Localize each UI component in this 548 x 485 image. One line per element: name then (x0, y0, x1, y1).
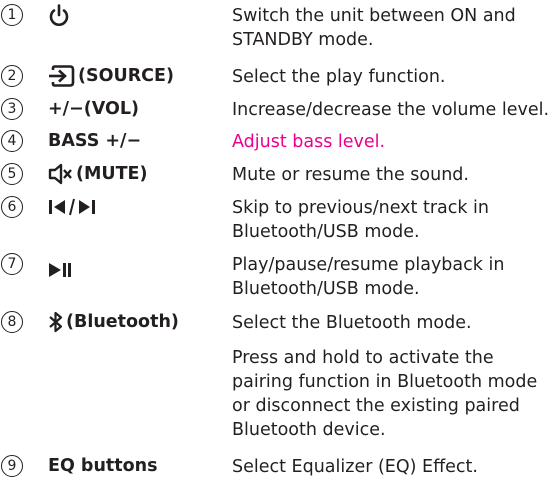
item-label (48, 196, 100, 218)
item-label: BASS +/− (48, 131, 142, 151)
item-description: Select the Bluetooth mode. Press and hol… (232, 313, 538, 440)
bluetooth-icon (48, 311, 64, 333)
item-number: 4 (1, 130, 23, 152)
play-pause-icon (48, 259, 74, 281)
item-label: (SOURCE) (48, 65, 174, 87)
item-label: +/−(VOL) (48, 99, 139, 119)
item-number: 2 (1, 65, 23, 87)
item-label (48, 253, 74, 281)
item-description: Increase/decrease the volume level. (232, 100, 548, 120)
item-label: (MUTE) (48, 163, 148, 185)
item-number: 3 (1, 98, 23, 120)
item-number: 5 (1, 163, 23, 185)
item-label: EQ buttons (48, 456, 158, 476)
item-label (48, 4, 70, 28)
item-number: 7 (1, 253, 23, 275)
item-number: 1 (1, 4, 23, 26)
mute-icon (48, 163, 74, 185)
power-icon (48, 4, 70, 28)
item-description: Skip to previous/next track in Bluetooth… (232, 198, 490, 242)
item-description: Select the play function. (232, 67, 446, 87)
skip-prev-next-icon (48, 196, 100, 218)
item-description: Play/pause/resume playback in Bluetooth/… (232, 255, 505, 299)
item-description: Switch the unit between ON and STANDBY m… (232, 6, 516, 50)
item-description: Select Equalizer (EQ) Effect. (232, 457, 478, 477)
item-description: Mute or resume the sound. (232, 165, 469, 185)
item-description: Adjust bass level. (232, 132, 386, 152)
item-label: (Bluetooth) (48, 311, 179, 333)
item-number: 9 (1, 455, 23, 477)
item-number: 6 (1, 196, 23, 218)
item-number: 8 (1, 311, 23, 333)
source-icon (48, 65, 76, 87)
